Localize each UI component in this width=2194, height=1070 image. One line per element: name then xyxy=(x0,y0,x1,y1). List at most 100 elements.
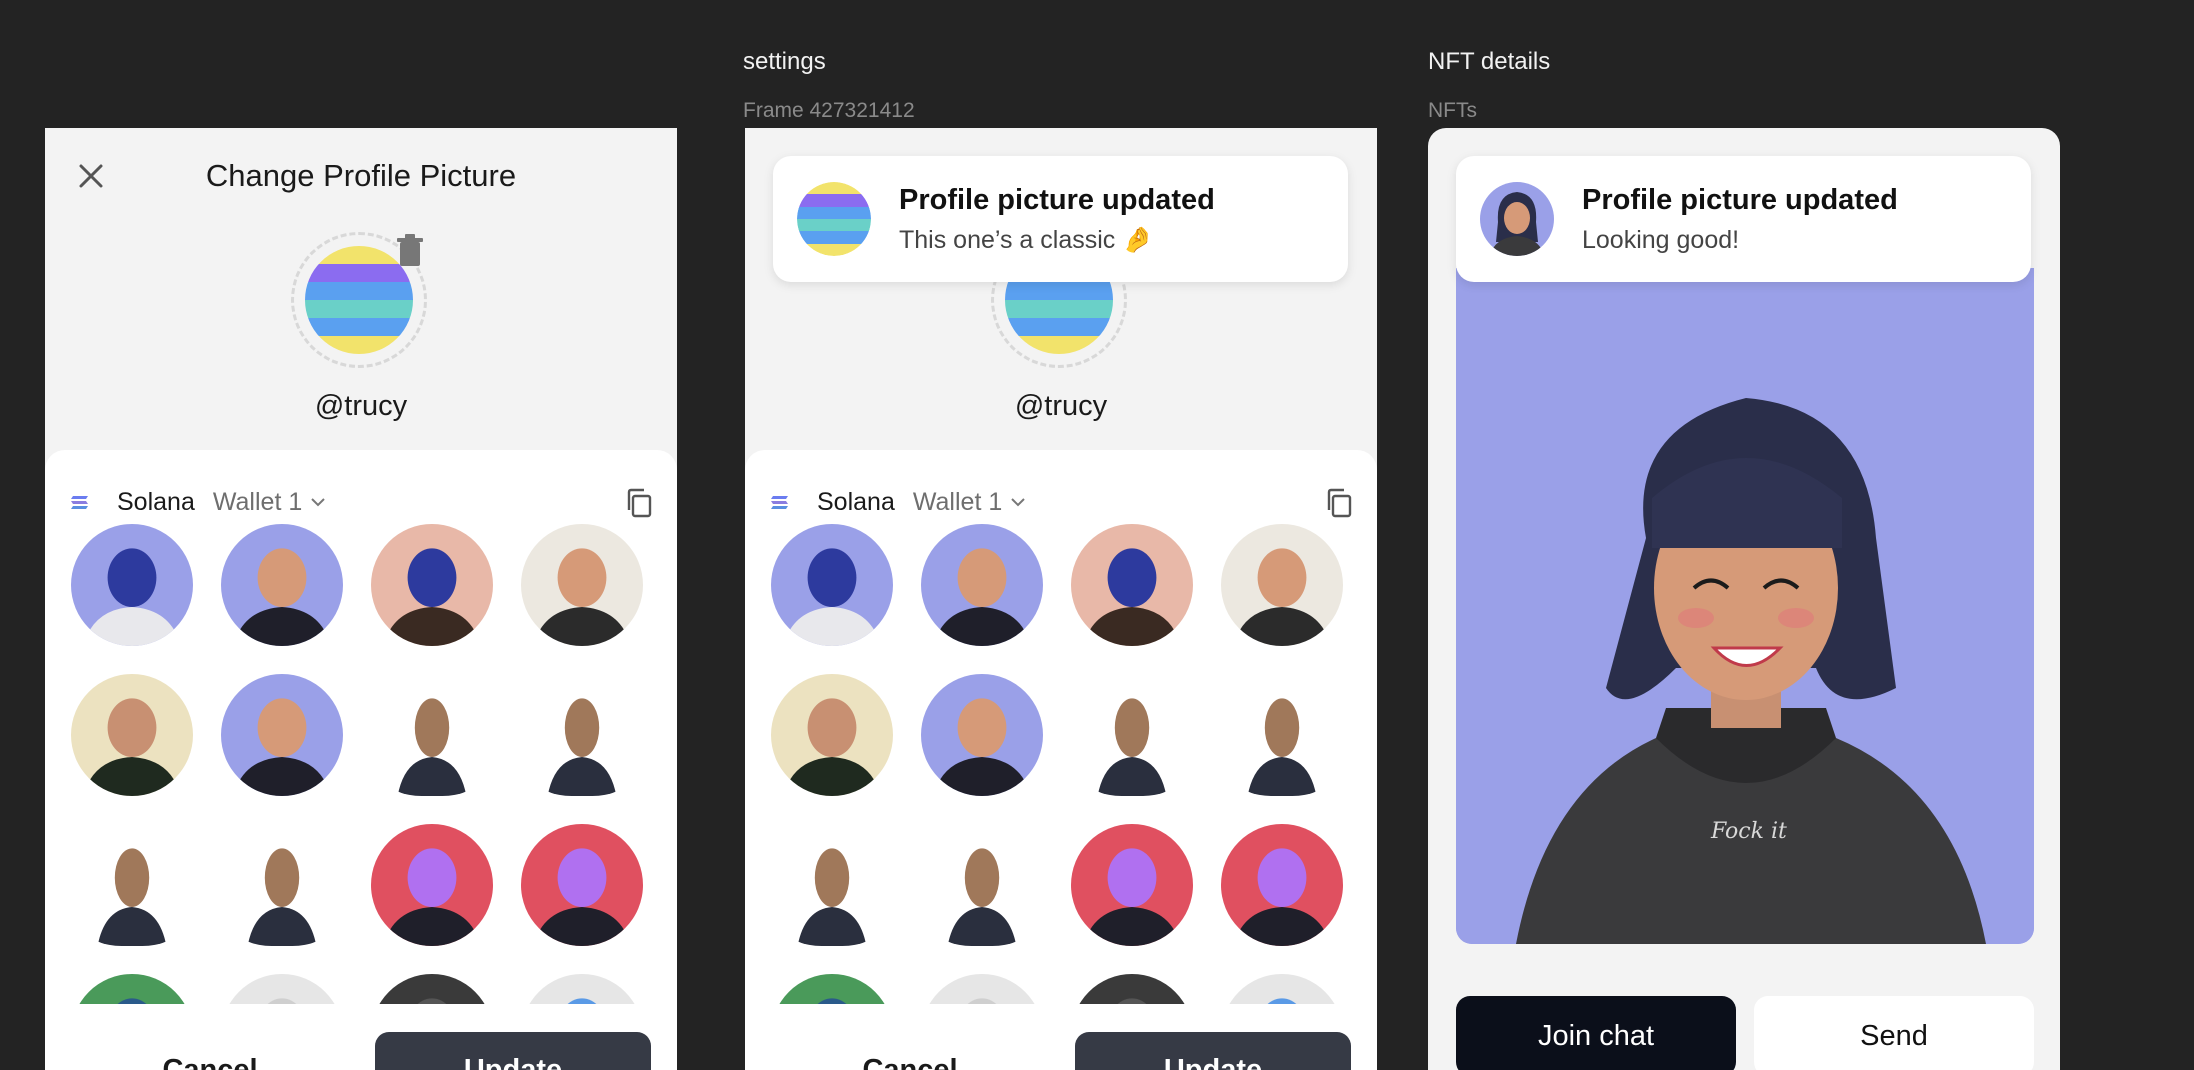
wallet-selector[interactable]: Wallet 1 xyxy=(213,488,326,517)
pixel-cell xyxy=(1077,318,1095,336)
pixel-cell xyxy=(821,243,834,256)
nft-thumbnail[interactable] xyxy=(1071,824,1193,946)
pixel-cell xyxy=(359,300,377,318)
pixel-cell xyxy=(833,218,847,232)
pixel-cell xyxy=(1041,336,1059,354)
modal-actions: Cancel Update xyxy=(45,1032,677,1070)
pixel-cell xyxy=(1023,282,1041,300)
nft-thumbnail[interactable] xyxy=(921,524,1043,646)
copy-icon[interactable] xyxy=(1325,488,1353,518)
nft-details-frame: Fock it Profile picture updated Looking … xyxy=(1428,128,2060,1070)
nft-thumbnail[interactable] xyxy=(1071,974,1193,1004)
wallet-selector[interactable]: Wallet 1 xyxy=(913,488,1026,517)
nft-thumbnail[interactable] xyxy=(521,974,643,1004)
pixel-cell xyxy=(305,318,323,336)
nft-thumbnail[interactable] xyxy=(771,974,893,1004)
nft-thumbnail[interactable] xyxy=(71,674,193,796)
pixel-cell xyxy=(377,318,395,336)
nft-grid xyxy=(71,524,651,1004)
pixel-cell xyxy=(1005,300,1023,318)
nft-thumbnail[interactable] xyxy=(789,824,875,946)
pixel-cell xyxy=(797,182,810,195)
toast-notification: Profile picture updated This one’s a cla… xyxy=(773,156,1348,282)
nft-thumbnail[interactable] xyxy=(371,824,493,946)
nft-thumbnail[interactable] xyxy=(1071,524,1193,646)
pixel-cell xyxy=(1095,282,1113,300)
pixel-cell xyxy=(359,246,377,264)
nft-thumbnail[interactable] xyxy=(1089,674,1175,796)
nft-thumbnail[interactable] xyxy=(521,824,643,946)
nft-thumbnail[interactable] xyxy=(921,674,1043,796)
pixel-cell xyxy=(341,300,359,318)
pixel-cell xyxy=(377,282,395,300)
update-button[interactable]: Update xyxy=(375,1032,651,1070)
pixel-cell xyxy=(377,300,395,318)
nft-thumbnail[interactable] xyxy=(389,674,475,796)
nft-thumbnail[interactable] xyxy=(89,824,175,946)
pixel-cell xyxy=(395,336,413,354)
pixel-cell xyxy=(858,206,871,219)
pixel-cell xyxy=(341,264,359,282)
nft-thumbnail[interactable] xyxy=(71,974,193,1004)
chain-name: Solana xyxy=(817,487,895,516)
nft-thumbnail[interactable] xyxy=(1221,824,1343,946)
pixel-cell xyxy=(846,231,859,244)
pixel-cell xyxy=(341,318,359,336)
nft-thumbnail[interactable] xyxy=(1221,524,1343,646)
pixel-cell xyxy=(833,194,847,207)
pixel-cell xyxy=(1023,318,1041,336)
nft-thumbnail[interactable] xyxy=(239,824,325,946)
pixel-cell xyxy=(305,264,323,282)
nft-thumbnail[interactable] xyxy=(221,524,343,646)
pixel-cell xyxy=(833,206,847,219)
nft-thumbnail[interactable] xyxy=(771,674,893,796)
pixel-cell xyxy=(821,206,834,219)
pixel-cell xyxy=(377,336,395,354)
pixel-cell xyxy=(858,194,871,207)
chevron-down-icon xyxy=(1011,498,1025,507)
modal-actions: Cancel Update xyxy=(745,1032,1377,1070)
pixel-cell xyxy=(797,194,810,207)
pixel-cell xyxy=(797,218,810,232)
user-handle: @trucy xyxy=(314,390,408,422)
pixel-cell xyxy=(1095,318,1113,336)
copy-icon[interactable] xyxy=(625,488,653,518)
update-button[interactable]: Update xyxy=(1075,1032,1351,1070)
send-button[interactable]: Send xyxy=(1754,996,2034,1070)
nft-thumbnail[interactable] xyxy=(521,524,643,646)
nft-thumbnail[interactable] xyxy=(371,974,493,1004)
cancel-button[interactable]: Cancel xyxy=(45,1032,375,1070)
nft-thumbnail[interactable] xyxy=(371,524,493,646)
trash-icon[interactable] xyxy=(395,234,425,268)
pixel-cell xyxy=(1041,300,1059,318)
pixel-cell xyxy=(809,206,822,219)
nft-picker-panel: Solana Wallet 1 xyxy=(45,450,677,1070)
nft-thumbnail[interactable] xyxy=(221,674,343,796)
nft-thumbnail[interactable] xyxy=(921,974,1043,1004)
pixel-cell xyxy=(323,282,341,300)
pixel-cell xyxy=(341,246,359,264)
chevron-down-icon xyxy=(311,498,325,507)
nft-thumbnail[interactable] xyxy=(71,524,193,646)
pixel-cell xyxy=(846,243,859,256)
cancel-button[interactable]: Cancel xyxy=(745,1032,1075,1070)
nft-thumbnail[interactable] xyxy=(539,674,625,796)
pixel-cell xyxy=(846,182,859,195)
join-chat-button[interactable]: Join chat xyxy=(1456,996,1736,1070)
toast-title: Profile picture updated xyxy=(899,184,1215,216)
nft-thumbnail[interactable] xyxy=(939,824,1025,946)
nft-thumbnail[interactable] xyxy=(1221,974,1343,1004)
frame-sublabel-settings: Frame 427321412 xyxy=(743,99,915,122)
wallet-name: Wallet 1 xyxy=(212,487,303,516)
pixel-cell xyxy=(1077,336,1095,354)
change-pfp-frame: Change Profile Picture @trucy Solana Wal… xyxy=(45,128,677,1070)
pixel-cell xyxy=(395,318,413,336)
nft-grid xyxy=(771,524,1351,1004)
pixel-cell xyxy=(1005,282,1023,300)
nft-thumbnail[interactable] xyxy=(1239,674,1325,796)
pixel-cell xyxy=(821,182,834,195)
nft-thumbnail[interactable] xyxy=(221,974,343,1004)
pixel-cell xyxy=(1041,318,1059,336)
pixel-cell xyxy=(323,300,341,318)
nft-thumbnail[interactable] xyxy=(771,524,893,646)
